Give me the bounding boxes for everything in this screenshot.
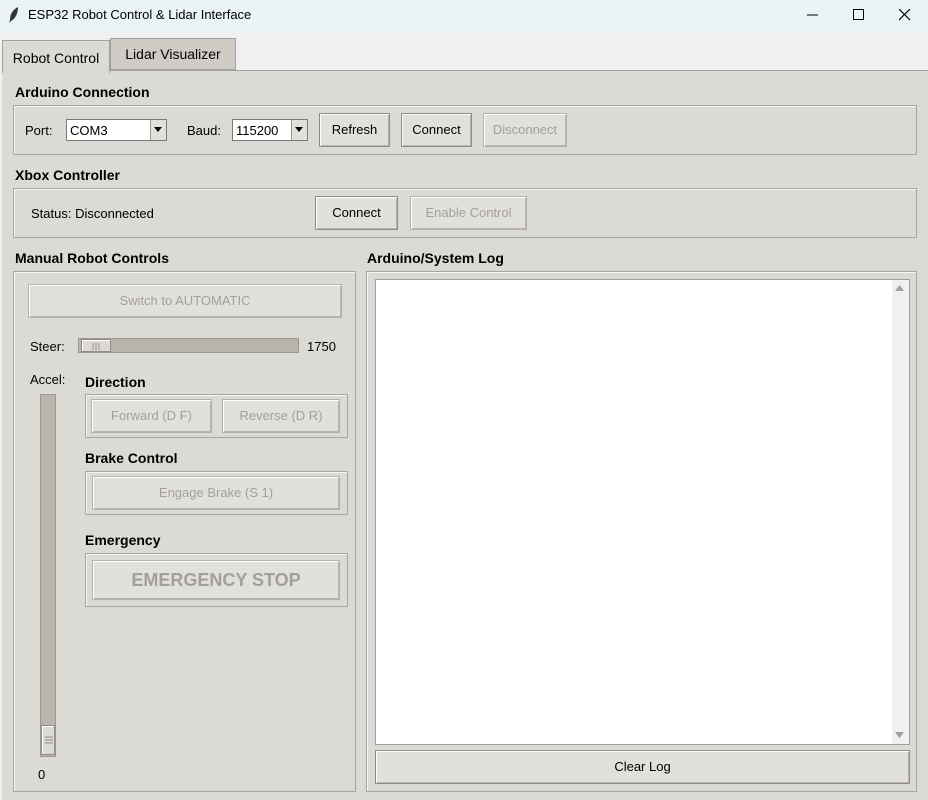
feather-icon bbox=[9, 7, 18, 23]
engage-brake-button[interactable]: Engage Brake (S 1) bbox=[92, 476, 340, 510]
minimize-icon bbox=[807, 14, 818, 16]
baud-dropdown-button[interactable] bbox=[291, 120, 307, 140]
steer-label: Steer: bbox=[30, 339, 65, 354]
title-bar: ESP32 Robot Control & Lidar Interface bbox=[0, 0, 928, 32]
log-textarea[interactable] bbox=[375, 279, 910, 745]
baud-select[interactable]: 115200 bbox=[232, 119, 308, 141]
manual-controls-title: Manual Robot Controls bbox=[15, 250, 169, 266]
accel-slider-handle[interactable] bbox=[41, 725, 55, 755]
switch-automatic-button[interactable]: Switch to AUTOMATIC bbox=[28, 284, 342, 318]
emergency-title: Emergency bbox=[85, 532, 161, 548]
xbox-controller-title: Xbox Controller bbox=[15, 167, 121, 183]
refresh-button[interactable]: Refresh bbox=[319, 113, 390, 147]
steer-slider-handle[interactable] bbox=[81, 339, 111, 352]
chevron-down-icon bbox=[895, 732, 904, 738]
chevron-up-icon bbox=[895, 285, 904, 291]
accel-label: Accel: bbox=[30, 372, 66, 387]
arduino-connect-button[interactable]: Connect bbox=[401, 113, 472, 147]
brake-control-title: Brake Control bbox=[85, 450, 178, 466]
baud-value: 115200 bbox=[236, 123, 279, 138]
xbox-connect-button[interactable]: Connect bbox=[315, 196, 398, 230]
grip-icon bbox=[92, 343, 100, 350]
arduino-disconnect-button[interactable]: Disconnect bbox=[483, 113, 567, 147]
emergency-stop-button[interactable]: EMERGENCY STOP bbox=[92, 560, 340, 600]
close-icon bbox=[899, 9, 911, 21]
reverse-button[interactable]: Reverse (D R) bbox=[222, 399, 340, 433]
log-title: Arduino/System Log bbox=[367, 250, 504, 266]
xbox-status: Status: Disconnected bbox=[31, 206, 154, 221]
port-select[interactable]: COM3 bbox=[66, 119, 167, 141]
accel-slider[interactable] bbox=[40, 394, 56, 757]
log-scrollbar[interactable] bbox=[892, 280, 909, 744]
baud-label: Baud: bbox=[187, 123, 221, 138]
maximize-icon bbox=[853, 9, 864, 20]
accel-value: 0 bbox=[38, 767, 46, 782]
port-dropdown-button[interactable] bbox=[150, 120, 166, 140]
close-button[interactable] bbox=[882, 0, 928, 30]
maximize-button[interactable] bbox=[836, 0, 882, 30]
chevron-down-icon bbox=[295, 127, 303, 132]
grip-icon bbox=[45, 736, 53, 744]
tab-lidar-visualizer[interactable]: Lidar Visualizer bbox=[110, 38, 236, 70]
arduino-connection-title: Arduino Connection bbox=[15, 84, 150, 100]
window-title: ESP32 Robot Control & Lidar Interface bbox=[28, 7, 252, 22]
direction-title: Direction bbox=[85, 374, 146, 390]
port-value: COM3 bbox=[70, 123, 108, 138]
port-label: Port: bbox=[25, 123, 53, 138]
chevron-down-icon bbox=[154, 127, 162, 132]
steer-value: 1750 bbox=[307, 339, 336, 354]
forward-button[interactable]: Forward (D F) bbox=[91, 399, 212, 433]
tab-robot-control[interactable]: Robot Control bbox=[2, 40, 110, 73]
minimize-button[interactable] bbox=[790, 0, 836, 30]
steer-slider[interactable] bbox=[78, 338, 299, 353]
clear-log-button[interactable]: Clear Log bbox=[375, 750, 910, 784]
enable-control-button[interactable]: Enable Control bbox=[410, 196, 527, 230]
